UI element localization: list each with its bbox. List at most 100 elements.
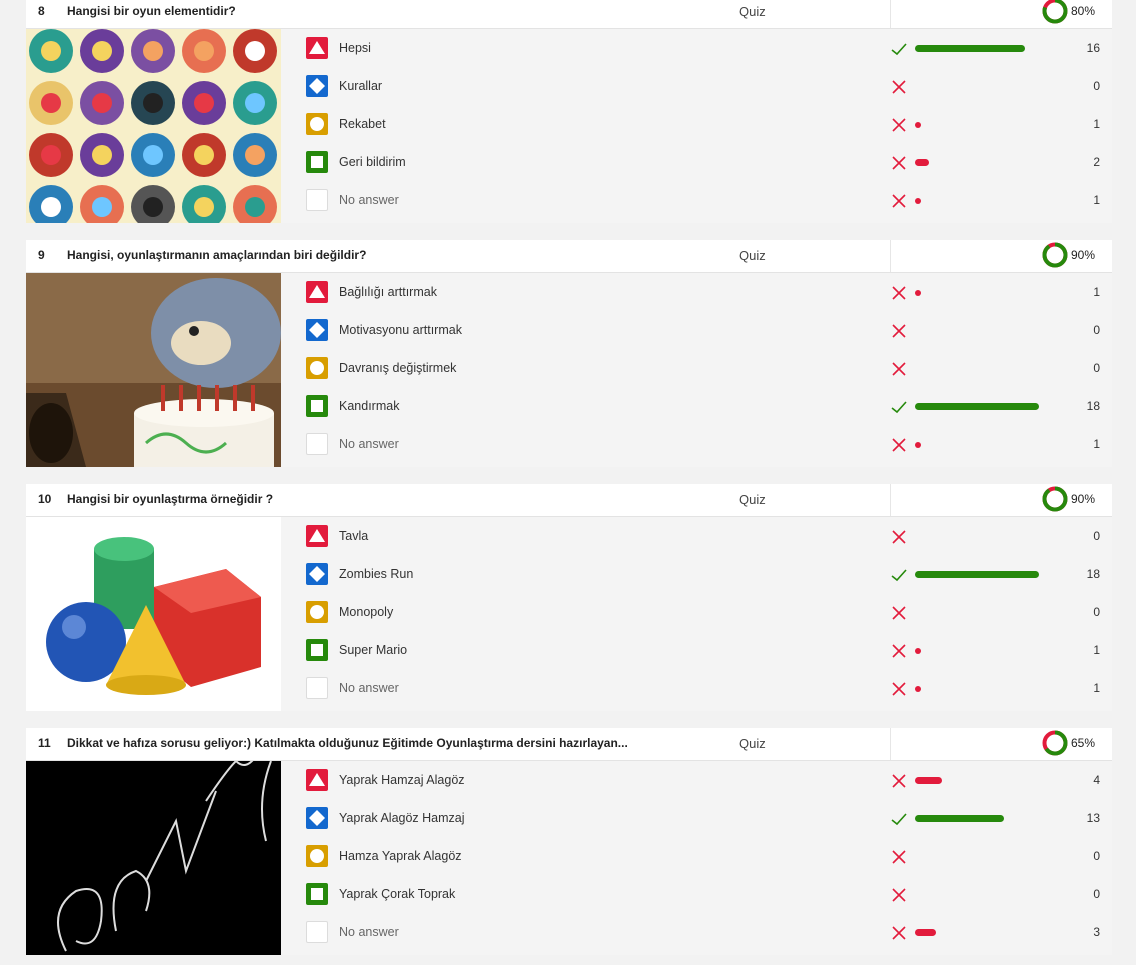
cross-icon bbox=[890, 848, 908, 866]
answer-row: No answer 1 bbox=[292, 181, 1112, 219]
answer-row: Zombies Run 18 bbox=[292, 555, 1112, 594]
answer-label: Kurallar bbox=[339, 79, 383, 93]
question-card: 10 Hangisi bir oyunlaştırma örneğidir ? Qu… bbox=[26, 484, 1112, 711]
cross-icon bbox=[890, 116, 908, 134]
answer-count: 0 bbox=[1093, 887, 1100, 901]
answer-label: Monopoly bbox=[339, 605, 394, 619]
circle-icon bbox=[306, 357, 328, 379]
question-body: Tavla 0 Zombies Run 18 Monopoly 0 Super Mario 1… bbox=[26, 517, 1112, 711]
answer-label: Geri bildirim bbox=[339, 155, 406, 169]
answer-bar bbox=[915, 122, 921, 128]
checkmark-icon bbox=[890, 566, 908, 584]
answer-row: No answer 1 bbox=[292, 669, 1112, 707]
answer-count: 18 bbox=[1086, 567, 1100, 581]
question-title: Dikkat ve hafıza sorusu geliyor:) Katılm… bbox=[67, 736, 628, 750]
answer-row: Tavla 0 bbox=[292, 517, 1112, 556]
question-card: 8 Hangisi bir oyun elementidir? Quiz 80% Hep… bbox=[26, 0, 1112, 223]
answer-row: Monopoly 0 bbox=[292, 593, 1112, 632]
answer-row: Kurallar 0 bbox=[292, 67, 1112, 106]
cross-icon bbox=[890, 772, 908, 790]
header-divider bbox=[890, 484, 891, 516]
correct-percent: 90% bbox=[1071, 248, 1096, 262]
answer-count: 16 bbox=[1086, 41, 1100, 55]
question-title: Hangisi, oyunlaştırmanın amaçlarından bi… bbox=[67, 248, 367, 262]
answer-label: Yaprak Hamzaj Alagöz bbox=[339, 773, 465, 787]
answer-row: Davranış değiştirmek 0 bbox=[292, 349, 1112, 388]
answer-row: Yaprak Hamzaj Alagöz 4 bbox=[292, 761, 1112, 800]
cross-icon bbox=[890, 924, 908, 942]
question-header: 11 Dikkat ve hafıza sorusu geliyor:) Katı… bbox=[26, 728, 1112, 761]
diamond-icon bbox=[306, 75, 328, 97]
cross-icon bbox=[890, 436, 908, 454]
answer-label: Hamza Yaprak Alagöz bbox=[339, 849, 462, 863]
question-header: 9 Hangisi, oyunlaştırmanın amaçlarından b… bbox=[26, 240, 1112, 273]
square-icon bbox=[306, 151, 328, 173]
answer-label: No answer bbox=[339, 925, 399, 939]
triangle-icon bbox=[306, 525, 328, 547]
triangle-icon bbox=[306, 281, 328, 303]
answer-bar bbox=[915, 686, 921, 692]
answer-label: Davranış değiştirmek bbox=[339, 361, 457, 375]
triangle-icon bbox=[306, 37, 328, 59]
question-image bbox=[26, 273, 281, 467]
answer-bar bbox=[915, 159, 929, 166]
question-header: 10 Hangisi bir oyunlaştırma örneğidir ? Qu… bbox=[26, 484, 1112, 517]
answer-count: 18 bbox=[1086, 399, 1100, 413]
answer-count: 2 bbox=[1093, 155, 1100, 169]
correct-percent-ring bbox=[1042, 486, 1068, 512]
answer-row: Kandırmak 18 bbox=[292, 387, 1112, 426]
answer-count: 0 bbox=[1093, 323, 1100, 337]
answer-label: Hepsi bbox=[339, 41, 371, 55]
question-number: 8 bbox=[38, 4, 45, 18]
question-card: 11 Dikkat ve hafıza sorusu geliyor:) Katı… bbox=[26, 728, 1112, 955]
question-header: 8 Hangisi bir oyun elementidir? Quiz 80% bbox=[26, 0, 1112, 29]
square-icon bbox=[306, 395, 328, 417]
answer-count: 1 bbox=[1093, 681, 1100, 695]
cross-icon bbox=[890, 360, 908, 378]
answer-count: 4 bbox=[1093, 773, 1100, 787]
answer-row: Bağlılığı arttırmak 1 bbox=[292, 273, 1112, 312]
question-body: Hepsi 16 Kurallar 0 Rekabet 1 Geri bildirim 2 No… bbox=[26, 29, 1112, 223]
answer-row: No answer 1 bbox=[292, 425, 1112, 463]
circle-icon bbox=[306, 601, 328, 623]
answer-label: Tavla bbox=[339, 529, 369, 543]
answer-row: Super Mario 1 bbox=[292, 631, 1112, 670]
circle-icon bbox=[306, 845, 328, 867]
no-answer-box bbox=[306, 189, 328, 211]
question-number: 9 bbox=[38, 248, 45, 262]
header-divider bbox=[890, 0, 891, 28]
answer-label: Motivasyonu arttırmak bbox=[339, 323, 462, 337]
cross-icon bbox=[890, 192, 908, 210]
answer-count: 0 bbox=[1093, 79, 1100, 93]
answer-bar bbox=[915, 290, 921, 296]
answer-bar bbox=[915, 403, 1039, 410]
answer-count: 0 bbox=[1093, 361, 1100, 375]
question-image bbox=[26, 761, 281, 955]
checkmark-icon bbox=[890, 810, 908, 828]
question-type: Quiz bbox=[739, 736, 766, 751]
correct-percent: 80% bbox=[1071, 4, 1096, 18]
question-title: Hangisi bir oyun elementidir? bbox=[67, 4, 236, 18]
checkmark-icon bbox=[890, 40, 908, 58]
answer-count: 3 bbox=[1093, 925, 1100, 939]
cross-icon bbox=[890, 284, 908, 302]
answer-label: Bağlılığı arttırmak bbox=[339, 285, 437, 299]
square-icon bbox=[306, 639, 328, 661]
answer-label: Yaprak Alagöz Hamzaj bbox=[339, 811, 465, 825]
cross-icon bbox=[890, 886, 908, 904]
diamond-icon bbox=[306, 319, 328, 341]
answer-row: Hepsi 16 bbox=[292, 29, 1112, 68]
answer-bar bbox=[915, 815, 1004, 822]
answer-row: No answer 3 bbox=[292, 913, 1112, 951]
cross-icon bbox=[890, 322, 908, 340]
answer-row: Motivasyonu arttırmak 0 bbox=[292, 311, 1112, 350]
correct-percent-ring bbox=[1042, 0, 1068, 24]
circle-icon bbox=[306, 113, 328, 135]
answer-label: No answer bbox=[339, 681, 399, 695]
answer-bar bbox=[915, 929, 936, 936]
answer-bar bbox=[915, 648, 921, 654]
cross-icon bbox=[890, 680, 908, 698]
question-body: Bağlılığı arttırmak 1 Motivasyonu arttırma… bbox=[26, 273, 1112, 467]
answer-count: 1 bbox=[1093, 117, 1100, 131]
answer-count: 13 bbox=[1086, 811, 1100, 825]
